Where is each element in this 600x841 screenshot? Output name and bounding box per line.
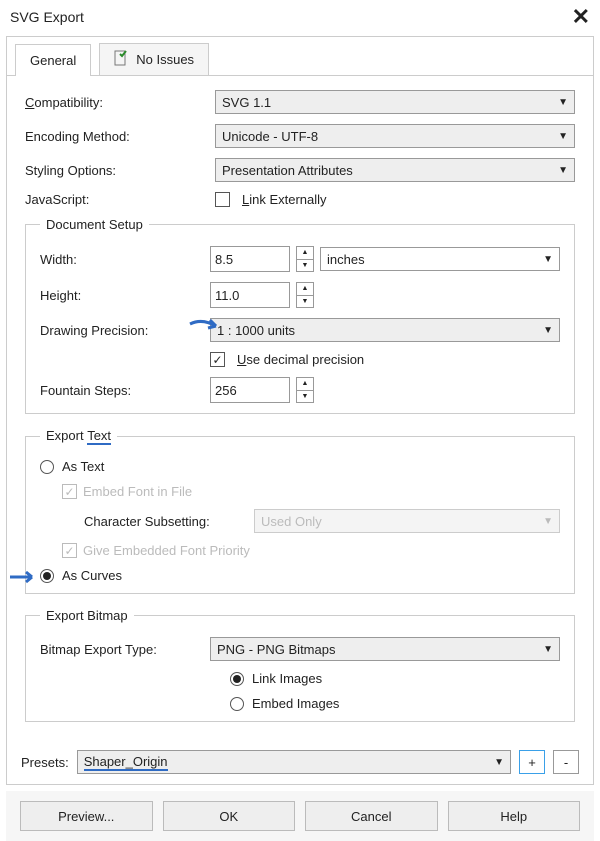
char-subsetting-value: Used Only (261, 514, 322, 529)
spinner-up-icon[interactable]: ▲ (297, 378, 313, 391)
tab-general-label: General (30, 53, 76, 68)
bitmap-type-value: PNG - PNG Bitmaps (217, 642, 335, 657)
width-input[interactable]: 8.5 (210, 246, 290, 272)
help-button[interactable]: Help (448, 801, 581, 831)
units-dropdown[interactable]: inches ▼ (320, 247, 560, 271)
presets-row: Presets: Shaper_Origin ▼ + - (7, 750, 593, 784)
link-externally-checkbox[interactable] (215, 192, 230, 207)
units-value: inches (327, 252, 365, 267)
title-bar: SVG Export ✕ (0, 0, 600, 30)
caret-down-icon: ▼ (543, 325, 553, 336)
as-curves-radio[interactable] (40, 569, 54, 583)
char-subsetting-dropdown: Used Only ▼ (254, 509, 560, 533)
preset-remove-button[interactable]: - (553, 750, 579, 774)
decimal-precision-label: Use decimal precision (237, 352, 364, 367)
height-input[interactable]: 11.0 (210, 282, 290, 308)
presets-dropdown[interactable]: Shaper_Origin ▼ (77, 750, 511, 774)
presets-value: Shaper_Origin (84, 754, 168, 771)
char-subsetting-label: Character Subsetting: (84, 514, 254, 529)
document-setup-group: Document Setup Width: 8.5 ▲▼ inches ▼ He… (25, 217, 575, 414)
height-spinner[interactable]: ▲▼ (296, 282, 314, 308)
fountain-spinner[interactable]: ▲▼ (296, 377, 314, 403)
export-bitmap-legend: Export Bitmap (40, 608, 134, 623)
precision-value: 1 : 1000 units (217, 323, 295, 338)
tab-no-issues[interactable]: No Issues (99, 43, 209, 75)
compatibility-dropdown[interactable]: SVG 1.1 ▼ (215, 90, 575, 114)
embed-font-label: Embed Font in File (83, 484, 192, 499)
export-bitmap-group: Export Bitmap Bitmap Export Type: PNG - … (25, 608, 575, 722)
styling-value: Presentation Attributes (222, 163, 353, 178)
tab-content: CCompatibility:ompatibility: SVG 1.1 ▼ E… (7, 76, 593, 750)
javascript-label: JavaScript: (25, 192, 215, 207)
export-text-group: Export TextExport Text As Text ✓ Embed F… (25, 428, 575, 594)
caret-down-icon: ▼ (558, 131, 568, 142)
bitmap-type-dropdown[interactable]: PNG - PNG Bitmaps ▼ (210, 637, 560, 661)
cancel-button[interactable]: Cancel (305, 801, 438, 831)
give-priority-checkbox: ✓ (62, 543, 77, 558)
link-images-label: Link Images (252, 671, 322, 686)
tab-bar: General No Issues (7, 43, 593, 76)
export-text-legend: Export TextExport Text (40, 428, 117, 445)
precision-dropdown[interactable]: 1 : 1000 units ▼ (210, 318, 560, 342)
styling-dropdown[interactable]: Presentation Attributes ▼ (215, 158, 575, 182)
encoding-value: Unicode - UTF-8 (222, 129, 318, 144)
close-icon[interactable]: ✕ (572, 6, 590, 28)
give-priority-label: Give Embedded Font Priority (83, 543, 250, 558)
dialog-body: General No Issues CCompatibility:ompatib… (6, 36, 594, 785)
fountain-label: Fountain Steps: (40, 383, 210, 398)
as-text-radio[interactable] (40, 460, 54, 474)
arrow-annotation-icon (10, 568, 40, 586)
caret-down-icon: ▼ (543, 254, 553, 265)
ok-button[interactable]: OK (163, 801, 296, 831)
bitmap-type-label: Bitmap Export Type: (40, 642, 210, 657)
spinner-up-icon[interactable]: ▲ (297, 247, 313, 260)
caret-down-icon: ▼ (558, 97, 568, 108)
width-spinner[interactable]: ▲▼ (296, 246, 314, 272)
spinner-up-icon[interactable]: ▲ (297, 283, 313, 296)
caret-down-icon: ▼ (543, 516, 553, 527)
embed-images-label: Embed Images (252, 696, 339, 711)
link-images-radio[interactable] (230, 672, 244, 686)
caret-down-icon: ▼ (543, 644, 553, 655)
preview-button[interactable]: Preview... (20, 801, 153, 831)
preset-add-button[interactable]: + (519, 750, 545, 774)
checklist-icon (114, 50, 130, 69)
precision-label: Drawing Precision: (40, 323, 210, 338)
spinner-down-icon[interactable]: ▼ (297, 260, 313, 272)
compatibility-value: SVG 1.1 (222, 95, 271, 110)
embed-font-checkbox: ✓ (62, 484, 77, 499)
spinner-down-icon[interactable]: ▼ (297, 391, 313, 403)
height-label: Height: (40, 288, 210, 303)
encoding-dropdown[interactable]: Unicode - UTF-8 ▼ (215, 124, 575, 148)
caret-down-icon: ▼ (558, 165, 568, 176)
decimal-precision-checkbox[interactable]: ✓ (210, 352, 225, 367)
styling-label: Styling Options: (25, 163, 215, 178)
spinner-down-icon[interactable]: ▼ (297, 296, 313, 308)
as-text-label: As Text (62, 459, 104, 474)
encoding-label: Encoding Method: (25, 129, 215, 144)
presets-label: Presets: (21, 755, 69, 770)
link-externally-label: Link Externally (242, 192, 327, 207)
window-title: SVG Export (10, 9, 84, 25)
tab-no-issues-label: No Issues (136, 52, 194, 67)
width-label: Width: (40, 252, 210, 267)
embed-images-radio[interactable] (230, 697, 244, 711)
tab-general[interactable]: General (15, 44, 91, 76)
fountain-input[interactable]: 256 (210, 377, 290, 403)
caret-down-icon: ▼ (494, 757, 504, 768)
document-setup-legend: Document Setup (40, 217, 149, 232)
compatibility-label: CCompatibility:ompatibility: (25, 95, 215, 110)
button-bar: Preview... OK Cancel Help (6, 791, 594, 841)
as-curves-label: As Curves (62, 568, 122, 583)
